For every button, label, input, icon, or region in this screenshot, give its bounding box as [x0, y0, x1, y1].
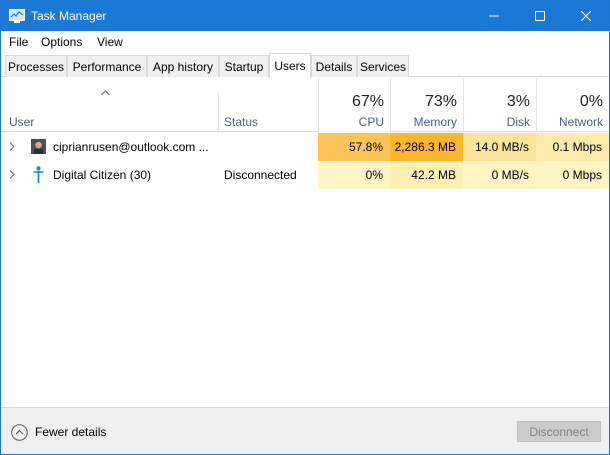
disconnect-button[interactable]: Disconnect [517, 421, 601, 442]
memory-cell: 2,286.3 MB [390, 133, 463, 161]
menu-view[interactable]: View [97, 35, 123, 49]
tab-services[interactable]: Services [357, 55, 409, 77]
memory-cell: 42.2 MB [390, 161, 463, 189]
column-header: User Status 67% CPU 73% Memory 3% Disk 0… [1, 78, 609, 132]
column-divider[interactable] [218, 92, 219, 132]
task-manager-window: Task Manager File Options View Processes… [0, 0, 610, 455]
menu-options[interactable]: Options [41, 35, 82, 49]
network-cell: 0.1 Mbps [536, 133, 609, 161]
maximize-button[interactable] [517, 1, 563, 31]
column-status[interactable]: Status [224, 115, 258, 129]
tab-startup[interactable]: Startup [219, 55, 269, 77]
memory-total-percent: 73% [424, 93, 457, 110]
maximize-icon [535, 11, 545, 21]
menu-bar: File Options View [1, 31, 609, 53]
column-cpu[interactable]: 67% CPU [318, 78, 390, 132]
close-icon [581, 11, 591, 21]
column-user[interactable]: User [9, 115, 34, 129]
column-memory[interactable]: 73% Memory [390, 78, 463, 132]
cpu-cell: 0% [318, 161, 390, 189]
menu-file[interactable]: File [9, 35, 28, 49]
close-button[interactable] [563, 1, 609, 31]
network-total-percent: 0% [579, 93, 603, 110]
minimize-icon [489, 15, 499, 17]
cpu-cell: 57.8% [318, 133, 390, 161]
user-row[interactable]: Digital Citizen (30) Disconnected 0% 42.… [1, 161, 609, 189]
network-cell: 0 Mbps [536, 161, 609, 189]
disk-label: Disk [506, 115, 530, 129]
footer-bar: Fewer details Disconnect [1, 407, 609, 454]
minimize-button[interactable] [471, 1, 517, 31]
sort-up-icon [101, 90, 110, 96]
cpu-label: CPU [358, 115, 384, 129]
cpu-total-percent: 67% [351, 93, 384, 110]
disk-cell: 0 MB/s [463, 161, 536, 189]
tab-app-history[interactable]: App history [147, 55, 219, 77]
column-disk[interactable]: 3% Disk [463, 78, 536, 132]
column-network[interactable]: 0% Network [536, 78, 609, 132]
title-bar[interactable]: Task Manager [1, 1, 609, 31]
disk-total-percent: 3% [506, 93, 530, 110]
avatar [31, 139, 46, 154]
tab-strip: Processes Performance App history Startu… [1, 53, 609, 78]
user-status: Disconnected [224, 168, 297, 182]
user-name: Digital Citizen (30) [53, 168, 152, 182]
chevron-up-circle-icon[interactable] [11, 424, 28, 441]
tab-users[interactable]: Users [269, 53, 311, 78]
user-name: ciprianrusen@outlook.com ... [53, 140, 209, 154]
person-icon [33, 166, 44, 183]
network-label: Network [558, 115, 603, 129]
disk-cell: 14.0 MB/s [463, 133, 536, 161]
task-manager-icon [9, 9, 25, 23]
chevron-right-icon[interactable] [9, 142, 15, 151]
window-title: Task Manager [31, 9, 107, 23]
tab-processes[interactable]: Processes [5, 55, 67, 77]
tab-performance[interactable]: Performance [67, 55, 147, 77]
tab-details[interactable]: Details [311, 55, 357, 77]
memory-label: Memory [413, 115, 457, 129]
user-row[interactable]: ciprianrusen@outlook.com ... 57.8% 2,286… [1, 133, 609, 161]
fewer-details-link[interactable]: Fewer details [35, 425, 106, 439]
chevron-right-icon[interactable] [9, 170, 15, 179]
